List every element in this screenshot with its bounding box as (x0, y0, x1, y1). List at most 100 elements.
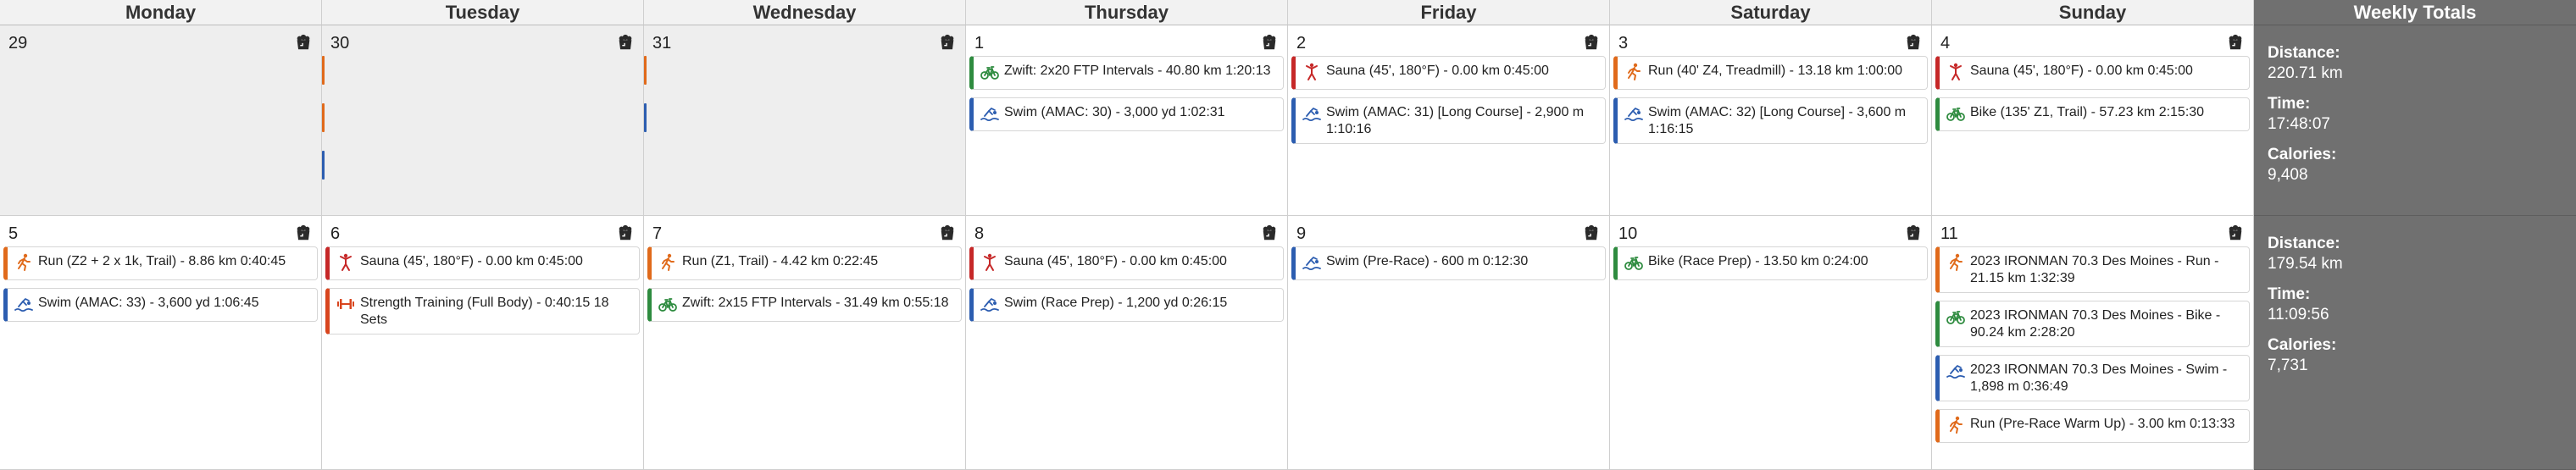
day-cell[interactable]: 5 Run (Z2 + 2 x 1k, Trail) - 8.86 km 0:40… (0, 216, 322, 470)
collapsed-activity-marker[interactable] (322, 56, 325, 85)
add-workout-icon[interactable] (1582, 33, 1601, 52)
swim-icon (1302, 103, 1322, 124)
add-workout-icon[interactable] (938, 33, 957, 52)
activity-card[interactable]: Zwift: 2x20 FTP Intervals - 40.80 km 1:2… (969, 56, 1284, 90)
day-number: 1 (974, 34, 985, 53)
day-cell[interactable]: 30 (322, 25, 644, 216)
activity-card[interactable]: Run (Pre-Race Warm Up) - 3.00 km 0:13:33 (1935, 409, 2250, 443)
day-cell[interactable]: 3 Run (40' Z4, Treadmill) - 13.18 km 1:00… (1610, 25, 1932, 216)
day-cell[interactable]: 6 Sauna (45', 180°F) - 0.00 km 0:45:00 Str… (322, 216, 644, 470)
add-workout-icon[interactable] (2226, 224, 2245, 242)
totals-calories-value: 9,408 (2268, 166, 2308, 184)
totals-distance-value: 179.54 km (2268, 255, 2343, 273)
collapsed-activity-marker[interactable] (644, 56, 647, 85)
add-workout-icon[interactable] (1260, 33, 1279, 52)
activity-card[interactable]: 2023 IRONMAN 70.3 Des Moines - Run - 21.… (1935, 246, 2250, 293)
add-workout-icon[interactable] (1582, 224, 1601, 242)
weekly-totals-header: Weekly Totals (2254, 0, 2576, 25)
activity-card[interactable]: Swim (AMAC: 32) [Long Course] - 3,600 m … (1613, 97, 1928, 144)
activity-card[interactable]: Bike (Race Prep) - 13.50 km 0:24:00 (1613, 246, 1928, 280)
totals-distance-label: Distance: (2268, 44, 2340, 62)
totals-time-label: Time: (2268, 285, 2311, 303)
swim-icon (1946, 361, 1966, 381)
activity-card[interactable]: Swim (AMAC: 33) - 3,600 yd 1:06:45 (3, 288, 318, 322)
day-number: 30 (330, 34, 350, 53)
swim-icon (980, 294, 1000, 314)
add-workout-icon[interactable] (294, 224, 313, 242)
day-number: 10 (1618, 224, 1638, 243)
activity-card[interactable]: Swim (Race Prep) - 1,200 yd 0:26:15 (969, 288, 1284, 322)
day-header-sunday: Sunday (1932, 0, 2254, 25)
collapsed-activity-marker[interactable] (322, 103, 325, 132)
bike-icon (1624, 252, 1644, 273)
day-header-tuesday: Tuesday (322, 0, 644, 25)
collapsed-activity-marker[interactable] (322, 151, 325, 180)
weekly-totals-panel: Distance: 220.71 km Time: 17:48:07 Calories:… (2254, 25, 2576, 216)
add-workout-icon[interactable] (1260, 224, 1279, 242)
activity-card[interactable]: Run (Z2 + 2 x 1k, Trail) - 8.86 km 0:40:… (3, 246, 318, 280)
add-workout-icon[interactable] (2226, 33, 2245, 52)
day-cell[interactable]: 31 (644, 25, 966, 216)
add-workout-icon[interactable] (1904, 224, 1923, 242)
totals-time-label: Time: (2268, 95, 2311, 113)
weekly-totals-panel: Distance: 179.54 km Time: 11:09:56 Calories:… (2254, 216, 2576, 470)
day-header-friday: Friday (1288, 0, 1610, 25)
activity-card[interactable]: Run (Z1, Trail) - 4.42 km 0:22:45 (647, 246, 962, 280)
add-workout-icon[interactable] (1904, 33, 1923, 52)
activity-card[interactable]: Swim (AMAC: 30) - 3,000 yd 1:02:31 (969, 97, 1284, 131)
day-cell[interactable]: 2 Sauna (45', 180°F) - 0.00 km 0:45:00 Swi… (1288, 25, 1610, 216)
activity-label: Swim (AMAC: 33) - 3,600 yd 1:06:45 (38, 296, 259, 310)
day-cell[interactable]: 9 Swim (Pre-Race) - 600 m 0:12:30 (1288, 216, 1610, 470)
activity-card[interactable]: 2023 IRONMAN 70.3 Des Moines - Bike - 90… (1935, 301, 2250, 347)
totals-time-value: 17:48:07 (2268, 115, 2330, 133)
totals-calories-value: 7,731 (2268, 357, 2308, 374)
activity-card[interactable]: Bike (135' Z1, Trail) - 57.23 km 2:15:30 (1935, 97, 2250, 131)
day-cell[interactable]: 4 Sauna (45', 180°F) - 0.00 km 0:45:00 Bik… (1932, 25, 2254, 216)
activity-label: Sauna (45', 180°F) - 0.00 km 0:45:00 (1970, 64, 2193, 78)
run-icon (658, 252, 678, 273)
activity-card[interactable]: Swim (AMAC: 31) [Long Course] - 2,900 m … (1291, 97, 1606, 144)
activity-card[interactable]: Strength Training (Full Body) - 0:40:15 … (325, 288, 640, 335)
activity-label: 2023 IRONMAN 70.3 Des Moines - Bike - 90… (1970, 308, 2221, 340)
day-cell[interactable]: 29 (0, 25, 322, 216)
activity-card[interactable]: Swim (Pre-Race) - 600 m 0:12:30 (1291, 246, 1606, 280)
activity-label: Swim (AMAC: 32) [Long Course] - 3,600 m … (1648, 105, 1907, 136)
day-cell[interactable]: 8 Sauna (45', 180°F) - 0.00 km 0:45:00 Swi… (966, 216, 1288, 470)
activity-label: Sauna (45', 180°F) - 0.00 km 0:45:00 (1326, 64, 1549, 78)
day-header-monday: Monday (0, 0, 322, 25)
activity-card[interactable]: Run (40' Z4, Treadmill) - 13.18 km 1:00:… (1613, 56, 1928, 90)
activity-label: Run (Z1, Trail) - 4.42 km 0:22:45 (682, 254, 879, 268)
activity-card[interactable]: Sauna (45', 180°F) - 0.00 km 0:45:00 (969, 246, 1284, 280)
day-number: 11 (1940, 224, 1958, 243)
totals-calories-label: Calories: (2268, 336, 2337, 354)
add-workout-icon[interactable] (294, 33, 313, 52)
activity-label: Run (40' Z4, Treadmill) - 13.18 km 1:00:… (1648, 64, 1903, 78)
collapsed-activity-marker[interactable] (644, 103, 647, 132)
day-cell[interactable]: 10 Bike (Race Prep) - 13.50 km 0:24:00 (1610, 216, 1932, 470)
activity-label: Swim (Race Prep) - 1,200 yd 0:26:15 (1004, 296, 1228, 310)
day-cell[interactable]: 1 Zwift: 2x20 FTP Intervals - 40.80 km 1:… (966, 25, 1288, 216)
activity-card[interactable]: 2023 IRONMAN 70.3 Des Moines - Swim - 1,… (1935, 355, 2250, 401)
swim-icon (1624, 103, 1644, 124)
dumbbell-icon (336, 294, 356, 314)
totals-distance-label: Distance: (2268, 235, 2340, 252)
day-cell[interactable]: 7 Run (Z1, Trail) - 4.42 km 0:22:45 Zwift:… (644, 216, 966, 470)
day-number: 9 (1296, 224, 1307, 243)
activity-card[interactable]: Zwift: 2x15 FTP Intervals - 31.49 km 0:5… (647, 288, 962, 322)
day-header-wednesday: Wednesday (644, 0, 966, 25)
sauna-icon (1946, 62, 1966, 82)
add-workout-icon[interactable] (938, 224, 957, 242)
day-number: 6 (330, 224, 341, 243)
day-header-thursday: Thursday (966, 0, 1288, 25)
swim-icon (14, 294, 34, 314)
add-workout-icon[interactable] (616, 224, 635, 242)
activity-label: Zwift: 2x20 FTP Intervals - 40.80 km 1:2… (1004, 64, 1271, 78)
activity-card[interactable]: Sauna (45', 180°F) - 0.00 km 0:45:00 (1935, 56, 2250, 90)
totals-calories-label: Calories: (2268, 146, 2337, 163)
day-number: 5 (8, 224, 19, 243)
activity-card[interactable]: Sauna (45', 180°F) - 0.00 km 0:45:00 (1291, 56, 1606, 90)
activity-card[interactable]: Sauna (45', 180°F) - 0.00 km 0:45:00 (325, 246, 640, 280)
day-cell[interactable]: 11 2023 IRONMAN 70.3 Des Moines - Run - 2… (1932, 216, 2254, 470)
totals-time-value: 11:09:56 (2268, 306, 2329, 323)
add-workout-icon[interactable] (616, 33, 635, 52)
